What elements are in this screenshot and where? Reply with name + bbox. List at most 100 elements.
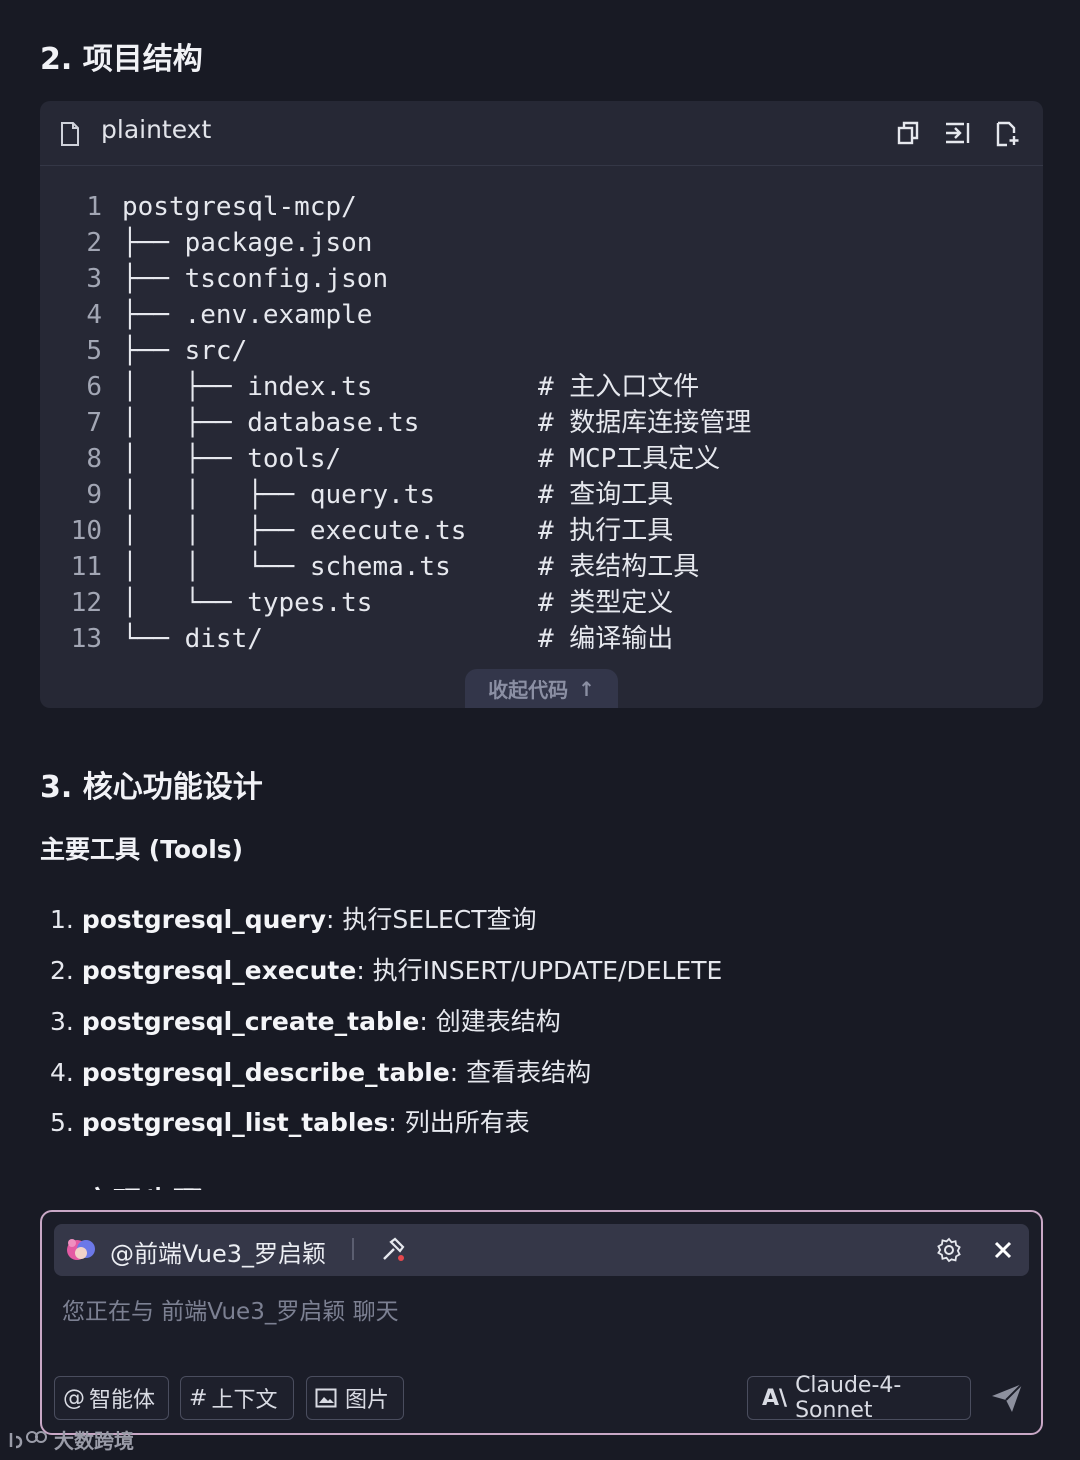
model-selector[interactable]: A\ Claude-4-Sonnet [747, 1373, 971, 1423]
code-line: 8 │ ├── tools/ # MCP工具定义 [40, 441, 1043, 477]
settings-gear-icon[interactable] [936, 1237, 962, 1263]
list-item: 5. postgresql_list_tables: 列出所有表 [50, 1103, 530, 1139]
agent-chip-button[interactable]: @ 智能体 [54, 1376, 169, 1420]
collapse-code-button[interactable]: 收起代码 ↑ [465, 669, 618, 708]
code-language-label: plaintext [101, 115, 212, 144]
line-number: 6 [86, 372, 102, 402]
send-icon[interactable] [990, 1382, 1024, 1414]
code-comment: # 类型定义 [538, 588, 674, 618]
line-number: 4 [86, 300, 102, 330]
tool-name: postgresql_create_table [81, 1007, 420, 1036]
section-4-heading-clipped: 4. 实现步骤 [40, 1178, 340, 1190]
code-text: │ │ ├── execute.ts [122, 516, 467, 546]
watermark: 大数跨境 [8, 1425, 134, 1454]
list-number: 5. [50, 1108, 74, 1137]
agent-name[interactable]: @前端Vue3_罗启颖 [110, 1234, 326, 1269]
tool-description: : 创建表结构 [419, 1007, 561, 1036]
code-text: │ └── types.ts [122, 588, 373, 618]
code-line: 10 │ │ ├── execute.ts # 执行工具 [40, 513, 1043, 549]
new-file-icon[interactable] [995, 121, 1021, 147]
context-chip-label: 上下文 [211, 1388, 278, 1413]
insert-icon[interactable] [944, 121, 972, 145]
line-number: 1 [86, 192, 102, 222]
code-comment: # 编译输出 [538, 624, 674, 654]
list-number: 1. [50, 905, 74, 934]
agent-avatar-icon [67, 1239, 95, 1260]
hash-icon: # [189, 1385, 208, 1411]
code-line: 7 │ ├── database.ts # 数据库连接管理 [40, 405, 1043, 441]
tool-name: postgresql_list_tables [81, 1108, 389, 1137]
watermark-logo-icon [9, 1430, 47, 1448]
tools-hammer-icon[interactable] [380, 1237, 406, 1263]
code-line: 12 │ └── types.ts # 类型定义 [40, 585, 1043, 621]
line-number: 8 [86, 444, 102, 474]
code-text: │ │ ├── query.ts [122, 480, 436, 510]
code-line: 11 │ │ └── schema.ts # 表结构工具 [40, 549, 1043, 585]
line-number: 11 [70, 552, 102, 582]
list-item: 4. postgresql_describe_table: 查看表结构 [50, 1053, 591, 1089]
list-item: 2. postgresql_execute: 执行INSERT/UPDATE/D… [50, 951, 722, 987]
tool-description: : 查看表结构 [449, 1058, 592, 1087]
code-text: │ │ └── schema.ts [122, 552, 451, 582]
context-chip-button[interactable]: # 上下文 [180, 1376, 294, 1420]
arrow-up-icon: ↑ [578, 676, 595, 701]
tool-description: : 执行SELECT查询 [326, 905, 537, 934]
tool-name: postgresql_describe_table [81, 1058, 450, 1087]
line-number: 10 [70, 516, 102, 546]
code-text: │ ├── database.ts [122, 408, 420, 438]
chat-input-panel: @前端Vue3_罗启颖 您正在与 前端Vue3_罗启颖 聊天 @ 智能体 # 上… [40, 1210, 1043, 1435]
code-comment: # 查询工具 [538, 480, 674, 510]
watermark-text: 大数跨境 [54, 1429, 134, 1453]
code-comment: # 表结构工具 [538, 552, 700, 582]
close-icon[interactable] [994, 1241, 1012, 1259]
line-number: 3 [86, 264, 102, 294]
code-text: ├── package.json [122, 228, 373, 258]
section-3-heading: 3. 核心功能设计 [40, 770, 263, 805]
file-icon [61, 122, 79, 146]
list-number: 2. [50, 956, 74, 985]
section-2-heading: 2. 项目结构 [40, 42, 203, 77]
code-line: 13 └── dist/ # 编译输出 [40, 621, 1043, 657]
image-chip-button[interactable]: 图片 [306, 1376, 404, 1420]
image-icon [315, 1388, 337, 1408]
code-block-header: plaintext [40, 101, 1043, 166]
line-number: 9 [86, 480, 102, 510]
tool-name: postgresql_execute [81, 956, 357, 985]
collapse-code-label: 收起代码 [488, 678, 569, 702]
code-comment: # 执行工具 [538, 516, 674, 546]
code-line: 5 ├── src/ [40, 333, 1043, 369]
code-line: 3 ├── tsconfig.json [40, 261, 1043, 297]
divider [352, 1238, 354, 1260]
line-number: 2 [86, 228, 102, 258]
code-line: 1 postgresql-mcp/ [40, 189, 1043, 225]
list-number: 3. [50, 1007, 74, 1036]
anthropic-logo-icon: A\ [762, 1385, 788, 1411]
code-comment: # 数据库连接管理 [538, 408, 752, 438]
tool-name: postgresql_query [81, 905, 327, 934]
section-4-heading: 4. 实现步骤 [40, 1178, 203, 1190]
code-text: postgresql-mcp/ [122, 192, 357, 222]
at-icon: @ [63, 1385, 85, 1411]
tool-description: : 列出所有表 [388, 1108, 530, 1137]
tool-description: : 执行INSERT/UPDATE/DELETE [356, 956, 723, 985]
code-text: ├── .env.example [122, 300, 373, 330]
code-line: 6 │ ├── index.ts # 主入口文件 [40, 369, 1043, 405]
model-name: Claude-4-Sonnet [795, 1373, 902, 1423]
message-input[interactable]: 您正在与 前端Vue3_罗启颖 聊天 [62, 1292, 399, 1326]
tools-subheading: 主要工具 (Tools) [40, 835, 244, 864]
list-number: 4. [50, 1058, 74, 1087]
code-line: 4 ├── .env.example [40, 297, 1043, 333]
agent-bar: @前端Vue3_罗启颖 [54, 1224, 1029, 1276]
line-number: 7 [86, 408, 102, 438]
line-number: 5 [86, 336, 102, 366]
code-text: │ ├── index.ts [122, 372, 373, 402]
code-text: └── dist/ [122, 624, 263, 654]
code-text: ├── src/ [122, 336, 248, 366]
line-number: 12 [70, 588, 102, 618]
code-text: ├── tsconfig.json [122, 264, 389, 294]
code-comment: # MCP工具定义 [538, 444, 721, 474]
list-item: 3. postgresql_create_table: 创建表结构 [50, 1002, 561, 1038]
code-line: 2 ├── package.json [40, 225, 1043, 261]
copy-icon[interactable] [896, 121, 920, 145]
agent-chip-label: 智能体 [89, 1388, 156, 1413]
